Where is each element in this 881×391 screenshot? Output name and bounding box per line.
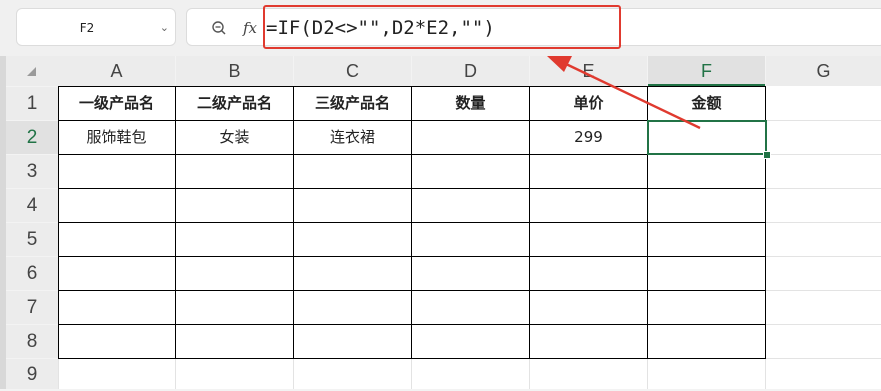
- annotation-arrow-icon: [547, 56, 701, 130]
